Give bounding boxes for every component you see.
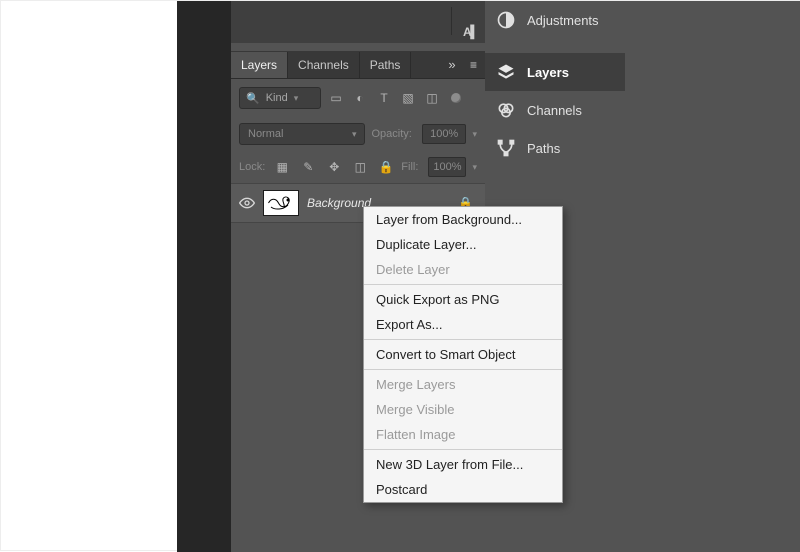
filter-smartobj-icon[interactable]: ◫ — [423, 89, 441, 107]
layer-filter-row: 🔍 Kind ▾ ▭ ◐ T ▧ ◫ — [231, 79, 485, 117]
filter-pixel-icon[interactable]: ▭ — [327, 89, 345, 107]
lock-label: Lock: — [239, 161, 265, 173]
channels-icon — [495, 99, 517, 121]
blend-mode-label: Normal — [248, 128, 283, 140]
layer-thumbnail[interactable] — [263, 190, 299, 216]
thumbnail-swirl-icon — [266, 193, 296, 213]
type-glyph-text: A▍ — [463, 25, 479, 39]
stage: A▍ Layers Channels Paths » ≡ 🔍 Kind ▾ ▭ … — [0, 0, 800, 551]
adjustments-icon — [495, 9, 517, 31]
panel-overflow-button[interactable]: » — [441, 57, 463, 72]
opacity-value[interactable]: 100% — [422, 124, 467, 144]
context-menu-item: Merge Visible — [364, 397, 562, 422]
blend-opacity-row: Normal ▾ Opacity: 100% ▾ — [231, 117, 485, 151]
context-menu-item: Flatten Image — [364, 422, 562, 447]
context-menu-item[interactable]: Quick Export as PNG — [364, 287, 562, 312]
context-menu-item[interactable]: Convert to Smart Object — [364, 342, 562, 367]
lock-fill-row: Lock: ▦ ✎ ✥ ◫ 🔒 Fill: 100% ▾ — [231, 151, 485, 183]
panel-divider — [451, 7, 452, 35]
panel-menu-button[interactable]: ≡ — [463, 58, 485, 72]
type-tool-glyph: A▍ — [463, 25, 479, 39]
lock-artboard-icon[interactable]: ◫ — [351, 158, 369, 176]
layers-icon — [495, 61, 517, 83]
fill-label: Fill: — [401, 161, 418, 173]
filter-type-icon[interactable]: T — [375, 89, 393, 107]
context-menu-separator — [364, 339, 562, 340]
visibility-eye-icon[interactable] — [239, 195, 255, 211]
paths-icon — [495, 137, 517, 159]
lock-transparent-icon[interactable]: ▦ — [273, 158, 291, 176]
palette-item-paths[interactable]: Paths — [485, 129, 625, 167]
opacity-chevron-icon[interactable]: ▾ — [472, 129, 477, 140]
panel-tab-bar: Layers Channels Paths » ≡ — [231, 51, 485, 79]
palette-item-channels[interactable]: Channels — [485, 91, 625, 129]
context-menu-item[interactable]: Layer from Background... — [364, 207, 562, 232]
layer-name-label: Background — [307, 196, 371, 210]
filter-shape-icon[interactable]: ▧ — [399, 89, 417, 107]
tab-paths[interactable]: Paths — [360, 52, 412, 78]
opacity-label: Opacity: — [371, 128, 411, 140]
chevron-down-icon: ▾ — [294, 93, 299, 104]
tab-layers[interactable]: Layers — [231, 52, 288, 78]
context-menu-item[interactable]: Export As... — [364, 312, 562, 337]
context-menu-item[interactable]: Duplicate Layer... — [364, 232, 562, 257]
layer-context-menu: Layer from Background...Duplicate Layer.… — [363, 206, 563, 503]
context-menu-separator — [364, 369, 562, 370]
filter-toggle[interactable] — [451, 93, 461, 103]
context-menu-item: Merge Layers — [364, 372, 562, 397]
fill-value[interactable]: 100% — [428, 157, 466, 177]
palette-item-layers[interactable]: Layers — [485, 53, 625, 91]
palette-label: Channels — [527, 103, 582, 118]
top-panel-strip: A▍ — [231, 1, 485, 47]
context-menu-item[interactable]: Postcard — [364, 477, 562, 502]
filter-kind-dropdown[interactable]: 🔍 Kind ▾ — [239, 87, 321, 109]
context-menu-item[interactable]: New 3D Layer from File... — [364, 452, 562, 477]
context-menu-separator — [364, 284, 562, 285]
canvas-dark-strip — [177, 1, 231, 552]
palette-label: Adjustments — [527, 13, 599, 28]
palette-item-adjustments[interactable]: Adjustments — [485, 1, 625, 39]
kind-label: Kind — [266, 92, 288, 104]
search-icon: 🔍 — [246, 92, 260, 105]
lock-all-icon[interactable]: 🔒 — [377, 158, 395, 176]
context-menu-separator — [364, 449, 562, 450]
lock-image-icon[interactable]: ✎ — [299, 158, 317, 176]
context-menu-item: Delete Layer — [364, 257, 562, 282]
palette-label: Layers — [527, 65, 569, 80]
blend-mode-dropdown[interactable]: Normal ▾ — [239, 123, 365, 145]
lock-icon-group: ▦ ✎ ✥ ◫ 🔒 — [273, 158, 395, 176]
filter-adjustment-icon[interactable]: ◐ — [351, 89, 369, 107]
chevron-down-icon: ▾ — [352, 129, 357, 140]
tab-channels[interactable]: Channels — [288, 52, 360, 78]
fill-chevron-icon[interactable]: ▾ — [472, 162, 477, 173]
palette-label: Paths — [527, 141, 560, 156]
lock-position-icon[interactable]: ✥ — [325, 158, 343, 176]
